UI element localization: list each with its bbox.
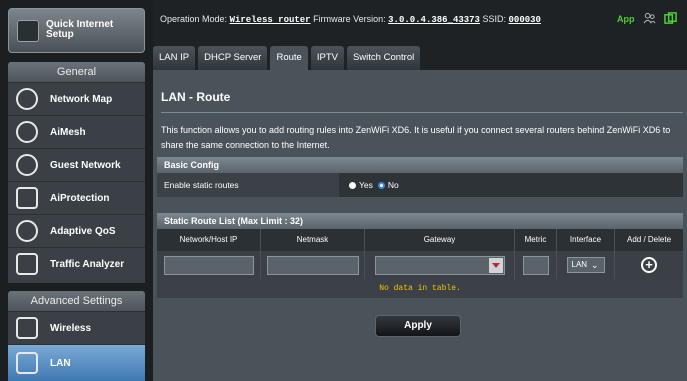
page-title: LAN - Route xyxy=(161,90,231,104)
route-panel: LAN - Route This function allows you to … xyxy=(153,70,687,381)
no-data-message: No data in table. xyxy=(157,279,683,298)
sidebar-item-aiprotection[interactable]: AiProtection xyxy=(8,181,145,214)
sidebar-item-traffic-analyzer[interactable]: Traffic Analyzer xyxy=(8,247,145,280)
enable-static-routes-label: Enable static routes xyxy=(157,173,339,197)
gauge-icon xyxy=(16,220,38,242)
route-entry-row: LAN ⌄ + xyxy=(157,251,683,279)
tab-switch-control[interactable]: Switch Control xyxy=(346,46,421,70)
sidebar-item-label: AiMesh xyxy=(50,126,86,138)
route-columns-header: Network/Host IP Netmask Gateway Metric I… xyxy=(157,229,683,251)
sidebar-item-label: Network Map xyxy=(50,93,113,105)
operation-mode-label: Operation Mode: xyxy=(160,14,228,24)
sidebar-item-label: Adaptive QoS xyxy=(50,225,116,237)
page-description: This function allows you to add routing … xyxy=(161,125,671,150)
lan-tabs: LAN IP DHCP Server Route IPTV Switch Con… xyxy=(153,46,423,70)
copy-icon[interactable] xyxy=(664,12,677,25)
general-section-header: General xyxy=(8,62,145,82)
firmware-label: Firmware Version: xyxy=(313,14,386,24)
ssid-label: SSID: xyxy=(482,14,506,24)
add-delete-cell: + xyxy=(615,251,683,279)
globe-icon xyxy=(16,88,38,110)
gateway-cell xyxy=(365,251,515,279)
users-icon[interactable] xyxy=(643,12,656,25)
column-netmask: Netmask xyxy=(261,229,365,251)
interface-cell: LAN ⌄ xyxy=(557,251,615,279)
column-network-host-ip: Network/Host IP xyxy=(157,229,261,251)
column-interface: Interface xyxy=(557,229,615,251)
basic-config-header: Basic Config xyxy=(157,157,683,173)
sidebar-item-lan[interactable]: LAN xyxy=(8,344,145,381)
lock-icon xyxy=(16,187,38,209)
title-divider xyxy=(161,112,683,113)
yes-radio[interactable] xyxy=(349,181,356,189)
no-radio[interactable] xyxy=(377,181,385,189)
column-add-delete: Add / Delete xyxy=(626,235,672,244)
no-label: No xyxy=(387,180,399,190)
app-link[interactable]: App xyxy=(617,14,635,24)
ssid-link[interactable]: 000030 xyxy=(509,15,541,25)
static-route-list-header: Static Route List (Max Limit : 32) xyxy=(157,213,683,229)
status-bar: Operation Mode: Wireless router Firmware… xyxy=(153,12,687,30)
dropdown-arrow-icon[interactable] xyxy=(488,257,503,273)
apply-button[interactable]: Apply xyxy=(375,315,461,337)
mesh-icon xyxy=(16,121,38,143)
advanced-menu: Wireless LAN xyxy=(8,311,145,381)
sidebar-item-label: Guest Network xyxy=(50,159,121,171)
wifi-icon xyxy=(16,317,38,339)
column-gateway: Gateway xyxy=(365,229,515,251)
firmware-version-link[interactable]: 3.0.0.4.386_43373 xyxy=(388,15,480,25)
enable-static-routes-options: Yes No xyxy=(339,173,683,197)
operation-mode-link[interactable]: Wireless router xyxy=(230,15,311,25)
general-menu: Network Map AiMesh Guest Network AiProte… xyxy=(8,82,145,283)
sidebar-item-guest-network[interactable]: Guest Network xyxy=(8,148,145,181)
metric-cell xyxy=(515,251,557,279)
basic-config-table: Basic Config Enable static routes Yes No xyxy=(157,157,683,197)
lan-icon xyxy=(16,352,38,374)
static-route-list-table: Static Route List (Max Limit : 32) Netwo… xyxy=(157,213,683,298)
column-metric: Metric xyxy=(515,229,557,251)
chart-icon xyxy=(16,253,38,275)
sidebar-item-label: LAN xyxy=(50,357,71,369)
tab-dhcp-server[interactable]: DHCP Server xyxy=(198,46,268,70)
quick-internet-setup-label: Quick Internet Setup xyxy=(46,19,114,40)
network-ip-cell xyxy=(157,251,261,279)
guest-globe-icon xyxy=(16,154,38,176)
enable-static-routes-row: Enable static routes Yes No xyxy=(157,173,683,197)
yes-label: Yes xyxy=(359,180,373,190)
sidebar-item-label: AiProtection xyxy=(50,192,110,204)
tab-route[interactable]: Route xyxy=(270,46,308,70)
wizard-icon xyxy=(17,20,39,42)
netmask-cell xyxy=(261,251,365,279)
sidebar-item-aimesh[interactable]: AiMesh xyxy=(8,115,145,148)
add-route-plus-icon[interactable]: + xyxy=(641,257,657,273)
interface-select[interactable]: LAN ⌄ xyxy=(566,257,605,273)
advanced-section-header: Advanced Settings xyxy=(8,291,145,311)
sidebar-item-network-map[interactable]: Network Map xyxy=(8,82,145,115)
gateway-combobox[interactable] xyxy=(374,255,505,275)
network-host-ip-input[interactable] xyxy=(163,255,254,275)
sidebar-item-label: Traffic Analyzer xyxy=(50,258,125,270)
quick-internet-setup-button[interactable]: Quick Internet Setup xyxy=(8,8,145,53)
sidebar-item-adaptive-qos[interactable]: Adaptive QoS xyxy=(8,214,145,247)
chevron-down-icon: ⌄ xyxy=(590,260,599,270)
tab-lan-ip[interactable]: LAN IP xyxy=(153,46,196,70)
tab-iptv[interactable]: IPTV xyxy=(310,46,344,70)
metric-input[interactable] xyxy=(522,255,549,275)
sidebar-item-label: Wireless xyxy=(50,322,92,334)
interface-select-value: LAN xyxy=(571,260,588,269)
netmask-input[interactable] xyxy=(266,255,359,275)
router-admin-page: Quick Internet Setup General Network Map… xyxy=(0,0,687,381)
sidebar-item-wireless[interactable]: Wireless xyxy=(8,311,145,344)
sidebar: Quick Internet Setup General Network Map… xyxy=(0,0,153,381)
